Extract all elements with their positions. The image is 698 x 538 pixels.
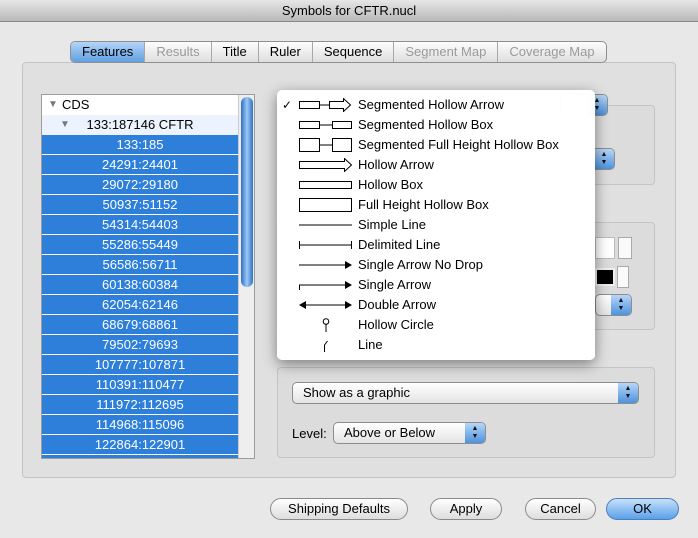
tree-item-cftr[interactable]: ▼ 133:187146 CFTR	[42, 115, 238, 135]
menu-item-label: Single Arrow	[358, 277, 431, 292]
feature-tree[interactable]: ▼ CDS ▼ 133:187146 CFTR 133:185 24291:24401…	[41, 94, 255, 459]
menu-item-hollow-box[interactable]: Hollow Box	[277, 175, 595, 195]
tree-item[interactable]: 29072:29180	[42, 175, 238, 195]
menu-item-single-arrow[interactable]: Single Arrow	[277, 275, 595, 295]
scrollbar-thumb[interactable]	[241, 97, 253, 287]
menu-item-label: Hollow Arrow	[358, 157, 434, 172]
tree-item[interactable]: 110391:110477	[42, 375, 238, 395]
display-mode-popup[interactable]: Show as a graphic ▲ ▼	[292, 382, 639, 404]
tree-item[interactable]: 24291:24401	[42, 155, 238, 175]
tab-features[interactable]: Features	[71, 42, 146, 62]
disclosure-triangle-icon[interactable]: ▼	[60, 115, 70, 135]
display-panel	[277, 367, 655, 458]
menu-item-label: Segmented Full Height Hollow Box	[358, 137, 559, 152]
menu-item-full-height-hollow-box[interactable]: Full Height Hollow Box	[277, 195, 595, 215]
label-menu-button[interactable]	[618, 237, 632, 259]
tree-item[interactable]: 122864:122901	[42, 435, 238, 455]
window-title: Symbols for CFTR.nucl	[0, 0, 698, 22]
shipping-defaults-button[interactable]: Shipping Defaults	[270, 498, 408, 520]
tab-results: Results	[145, 42, 212, 62]
tab-coverage-map: Coverage Map	[509, 44, 595, 59]
level-label: Level:	[292, 426, 327, 441]
chevron-updown-icon: ▲ ▼	[611, 295, 631, 315]
segmented-hollow-arrow-icon	[299, 98, 352, 112]
single-arrow-icon	[299, 281, 352, 290]
tree-item[interactable]: 55286:55449	[42, 235, 238, 255]
symbol-menu[interactable]: ✓ Segmented Hollow Arrow Segmented Hollow …	[277, 90, 595, 360]
menu-item-label: Hollow Box	[358, 177, 424, 192]
menu-item-label: Full Height Hollow Box	[358, 197, 489, 212]
menu-item-segmented-full-height-hollow-box[interactable]: Segmented Full Height Hollow Box	[277, 135, 595, 155]
hollow-arrow-icon	[299, 158, 353, 172]
menu-item-hollow-circle[interactable]: Hollow Circle	[277, 315, 595, 335]
tree-item[interactable]: 54314:54403	[42, 215, 238, 235]
tree-item[interactable]: 62054:62146	[42, 295, 238, 315]
menu-item-label: Segmented Hollow Arrow	[358, 97, 504, 112]
tab-segment-map: Segment Map	[394, 42, 499, 62]
vertical-scrollbar[interactable]	[238, 95, 254, 458]
tab-sequence[interactable]: Sequence	[313, 42, 395, 62]
tree-item-label: CDS	[62, 97, 90, 112]
menu-item-hollow-arrow[interactable]: Hollow Arrow	[277, 155, 595, 175]
menu-item-label: Line	[358, 337, 383, 352]
line-icon	[324, 340, 328, 352]
menu-item-simple-line[interactable]: Simple Line	[277, 215, 595, 235]
menu-item-label: Hollow Circle	[358, 317, 434, 332]
label-text-field[interactable]	[595, 237, 615, 259]
chevron-updown-icon: ▲ ▼	[594, 149, 614, 169]
hollow-box-icon	[299, 181, 352, 189]
level-popup[interactable]: Above or Below ▲ ▼	[333, 422, 486, 444]
tree-item-label: 133:187146 CFTR	[86, 117, 194, 132]
tree-item[interactable]: 56586:56711	[42, 255, 238, 275]
tab-ruler[interactable]: Ruler	[259, 42, 313, 62]
segmented-hollow-box-icon	[299, 121, 352, 129]
disclosure-triangle-icon[interactable]: ▼	[48, 95, 58, 115]
menu-item-line[interactable]: Line	[277, 335, 595, 355]
orientation-popup[interactable]: ▲ ▼	[595, 294, 632, 316]
tree-item[interactable]: 123570:123820	[42, 455, 238, 458]
tree-item[interactable]: 114968:115096	[42, 415, 238, 435]
tree-item-cds[interactable]: ▼ CDS	[42, 95, 254, 115]
segmented-full-height-hollow-box-icon	[299, 138, 352, 152]
menu-item-label: Double Arrow	[358, 297, 437, 312]
tree-item[interactable]: 79502:79693	[42, 335, 238, 355]
tree-item[interactable]: 50937:51152	[42, 195, 238, 215]
tree-item[interactable]: 60138:60384	[42, 275, 238, 295]
label-color-menu-button[interactable]	[617, 266, 629, 288]
hollow-circle-icon	[322, 318, 330, 332]
menu-item-label: Simple Line	[358, 217, 426, 232]
menu-item-single-arrow-no-drop[interactable]: Single Arrow No Drop	[277, 255, 595, 275]
menu-item-segmented-hollow-box[interactable]: Segmented Hollow Box	[277, 115, 595, 135]
menu-item-double-arrow[interactable]: Double Arrow	[277, 295, 595, 315]
apply-button[interactable]: Apply	[430, 498, 502, 520]
ok-button[interactable]: OK	[606, 498, 679, 520]
delimited-line-icon	[299, 241, 352, 249]
tab-title[interactable]: Title	[212, 42, 259, 62]
chevron-updown-icon: ▲ ▼	[618, 383, 638, 403]
full-height-hollow-box-icon	[299, 198, 352, 212]
menu-item-label: Single Arrow No Drop	[358, 257, 483, 272]
checkmark-icon: ✓	[282, 98, 293, 112]
tree-item[interactable]: 68679:68861	[42, 315, 238, 335]
menu-item-segmented-hollow-arrow[interactable]: ✓ Segmented Hollow Arrow	[277, 95, 595, 115]
cancel-button[interactable]: Cancel	[525, 498, 596, 520]
display-mode-value: Show as a graphic	[303, 385, 410, 400]
tab-bar: Features Results Title Ruler Sequence Segment…	[70, 41, 607, 63]
level-value: Above or Below	[344, 425, 436, 440]
tree-item[interactable]: 111972:112695	[42, 395, 238, 415]
single-arrow-no-drop-icon	[299, 261, 352, 269]
tree-item[interactable]: 133:185	[42, 135, 238, 155]
tree-item[interactable]: 107777:107871	[42, 355, 238, 375]
menu-item-label: Delimited Line	[358, 237, 441, 252]
double-arrow-icon	[299, 301, 352, 309]
simple-line-icon	[299, 224, 352, 226]
label-color-swatch[interactable]	[595, 268, 615, 286]
menu-item-label: Segmented Hollow Box	[358, 117, 494, 132]
chevron-updown-icon: ▲ ▼	[465, 423, 485, 443]
menu-item-delimited-line[interactable]: Delimited Line	[277, 235, 595, 255]
